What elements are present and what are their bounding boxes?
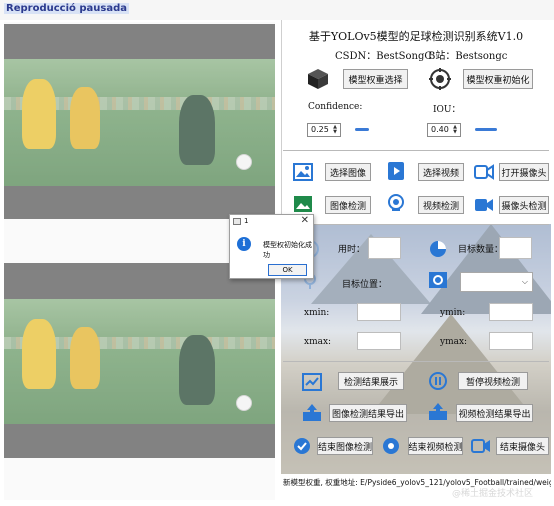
pie-chart-icon (430, 241, 446, 257)
end-image-detect-button[interactable]: 结束图像检测 (317, 437, 373, 455)
confidence-spinbox[interactable]: 0.25 ▲ ▼ (307, 123, 341, 137)
target-select-icon (429, 272, 447, 288)
dialog-message: 模型权初始化成功 (263, 241, 312, 259)
app-icon (233, 218, 241, 225)
end-camera-icon (471, 439, 490, 453)
detected-image-panel (4, 263, 275, 458)
image-detect-icon (294, 196, 312, 212)
export-video-results-button[interactable]: 视频检测结果导出 (456, 404, 533, 422)
select-weights-button[interactable]: 模型权重选择 (343, 69, 408, 89)
export-image-icon (303, 404, 321, 421)
confidence-slider[interactable] (355, 128, 369, 131)
xmin-field (357, 303, 401, 321)
target-count-field (499, 237, 532, 259)
watermark: @稀土掘金技术社区 (452, 489, 534, 499)
end-camera-button[interactable]: 结束摄像头 (496, 437, 549, 455)
iou-value: 0.40 (431, 125, 449, 134)
bilibili-credit: B站：Bestsongc (428, 51, 508, 62)
target-position-label: 目标位置： (342, 280, 388, 290)
dialog-title: 1 (244, 217, 249, 225)
export-image-results-button[interactable]: 图像检测结果导出 (329, 404, 407, 422)
end-video-icon (383, 438, 399, 454)
ymin-label: ymin: (440, 308, 466, 318)
pause-video-button[interactable]: 暂停视频检测 (458, 372, 528, 390)
info-icon: i (237, 237, 251, 251)
section-divider (283, 361, 549, 362)
open-camera-button[interactable]: 打开摄像头 (499, 163, 549, 181)
end-image-icon (294, 438, 310, 454)
football-photo-original (4, 59, 275, 186)
section-divider (283, 224, 549, 225)
football-photo-detected (4, 299, 275, 424)
show-results-icon (302, 373, 322, 391)
original-image-panel (4, 24, 275, 219)
time-value-field (368, 237, 401, 259)
pause-icon (429, 372, 447, 390)
spin-arrows-icon[interactable]: ▲ ▼ (451, 125, 459, 135)
select-video-button[interactable]: 选择视频 (418, 163, 464, 181)
xmax-field (357, 332, 401, 350)
target-icon (429, 68, 451, 90)
ymin-field (489, 303, 533, 321)
csdn-credit: CSDN：BestSongC (335, 51, 433, 62)
system-title: 基于YOLOv5模型的足球检测识别系统V1.0 (308, 30, 524, 43)
ymax-label: ymax: (440, 337, 468, 347)
spin-arrows-icon[interactable]: ▲ ▼ (331, 125, 339, 135)
camera-detect-icon (475, 199, 493, 211)
ymax-field (489, 332, 533, 350)
cube-icon (308, 69, 328, 89)
end-video-detect-button[interactable]: 结束视频检测 (408, 437, 463, 455)
video-detect-button[interactable]: 视频检测 (418, 196, 464, 214)
confidence-label: Confidence: (308, 102, 363, 112)
chevron-down-icon: ⌵ (521, 277, 528, 286)
image-icon (293, 163, 313, 181)
iou-slider[interactable] (475, 128, 497, 131)
section-divider (283, 150, 549, 151)
target-select-combobox[interactable]: ⌵ (460, 272, 533, 292)
xmax-label: xmax: (304, 337, 332, 347)
init-weights-button[interactable]: 模型权重初始化 (463, 69, 533, 89)
select-image-button[interactable]: 选择图像 (325, 163, 371, 181)
window-title: Reproducció pausada (4, 3, 129, 14)
show-results-button[interactable]: 检测结果展示 (338, 372, 404, 390)
confidence-value: 0.25 (311, 125, 329, 134)
message-dialog: 1 ✕ i 模型权初始化成功 OK (229, 214, 314, 279)
close-icon[interactable]: ✕ (301, 215, 309, 226)
camera-icon (474, 164, 494, 180)
export-video-icon (429, 403, 447, 420)
iou-spinbox[interactable]: 0.40 ▲ ▼ (427, 123, 461, 137)
video-file-icon (388, 162, 404, 180)
camera-detect-button[interactable]: 摄像头检测 (499, 196, 549, 214)
time-label: 用时： (338, 245, 366, 255)
webcam-icon (388, 194, 404, 211)
target-count-label: 目标数量： (458, 245, 504, 255)
xmin-label: xmin: (304, 308, 330, 318)
title-bar: 爱奇艺视频播放器 Reproducció pausada (0, 0, 554, 20)
image-detect-button[interactable]: 图像检测 (325, 196, 371, 214)
ok-button[interactable]: OK (268, 264, 307, 276)
iou-label: IOU： (433, 105, 461, 115)
